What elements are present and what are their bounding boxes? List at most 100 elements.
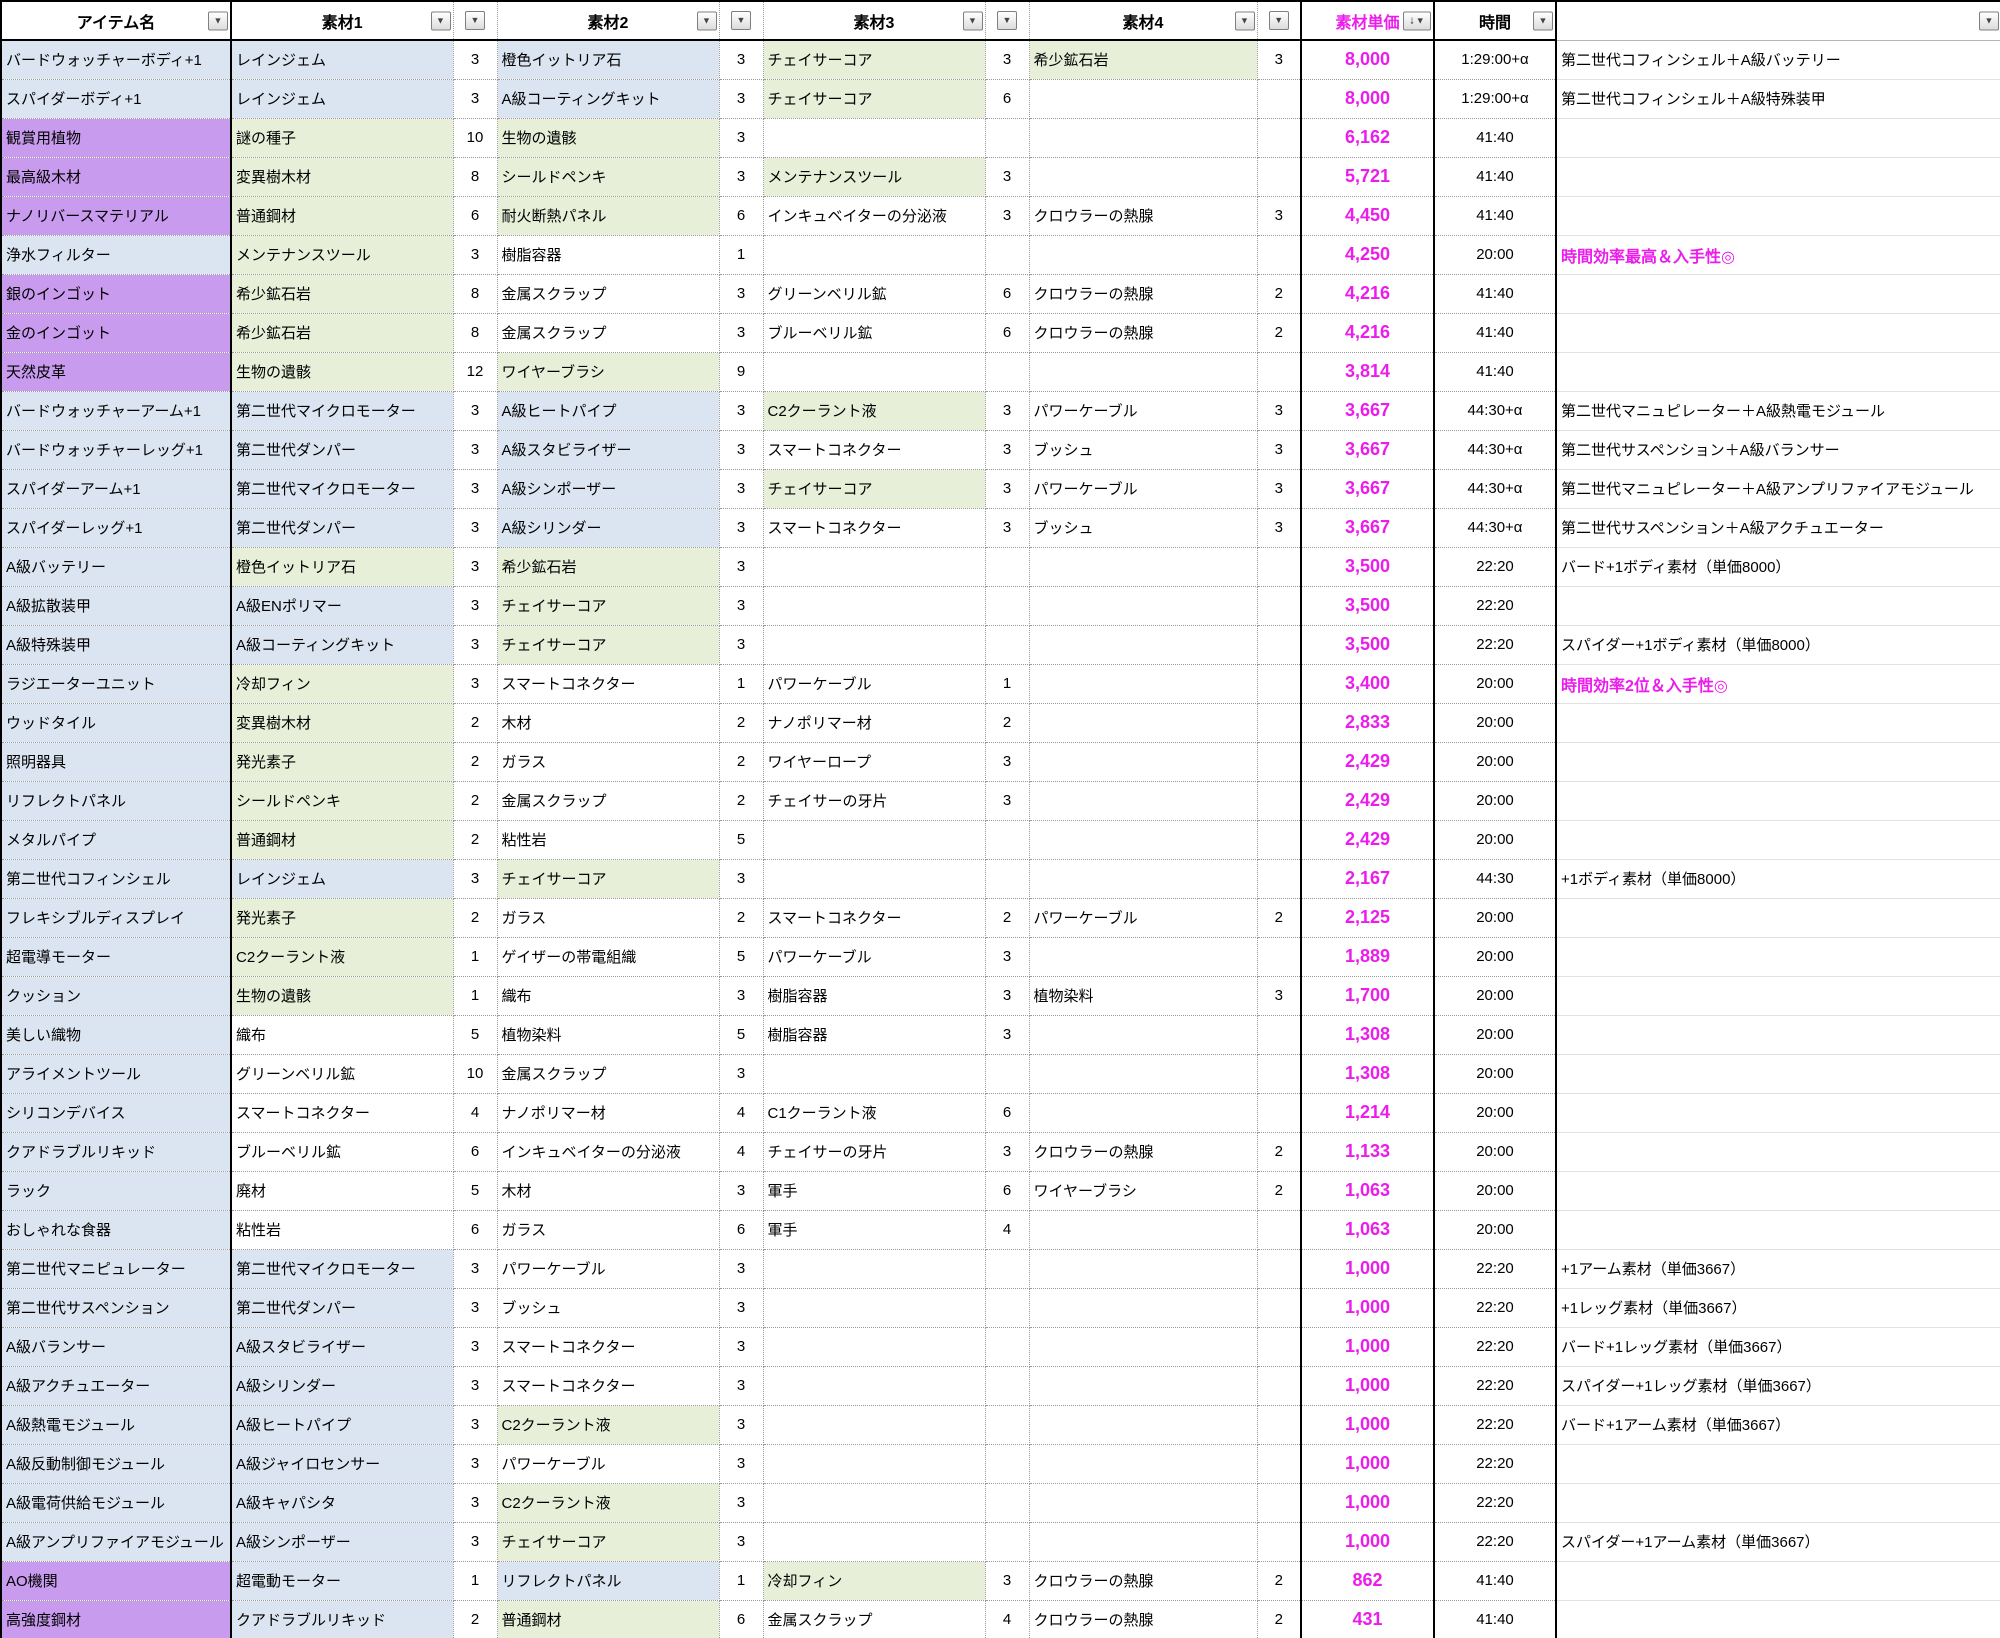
time-cell[interactable]: 20:00 (1434, 1132, 1556, 1171)
material-1-qty-cell[interactable]: 2 (453, 703, 497, 742)
time-cell[interactable]: 20:00 (1434, 898, 1556, 937)
material-4-qty-cell[interactable]: 3 (1257, 469, 1301, 508)
material-3-qty-cell[interactable]: 3 (985, 742, 1029, 781)
material-1-cell[interactable]: 粘性岩 (231, 1210, 453, 1249)
unit-price-cell[interactable]: 3,667 (1301, 391, 1434, 430)
material-2-cell[interactable]: インキュベイターの分泌液 (497, 1132, 719, 1171)
material-4-cell[interactable]: クロウラーの熱腺 (1029, 313, 1257, 352)
material-2-qty-cell[interactable]: 3 (719, 1522, 763, 1561)
material-3-cell[interactable]: インキュベイターの分泌液 (763, 196, 985, 235)
item-name-cell[interactable]: ラック (1, 1171, 231, 1210)
material-3-cell[interactable]: ナノポリマー材 (763, 703, 985, 742)
material-2-cell[interactable]: チェイサーコア (497, 625, 719, 664)
time-cell[interactable]: 20:00 (1434, 820, 1556, 859)
material-2-qty-cell[interactable]: 3 (719, 1054, 763, 1093)
material-2-cell[interactable]: シールドペンキ (497, 157, 719, 196)
time-cell[interactable]: 22:20 (1434, 1483, 1556, 1522)
material-3-cell[interactable] (763, 1444, 985, 1483)
material-4-qty-cell[interactable]: 3 (1257, 196, 1301, 235)
time-cell[interactable]: 41:40 (1434, 118, 1556, 157)
material-2-qty-cell[interactable]: 3 (719, 469, 763, 508)
material-4-qty-cell[interactable] (1257, 1522, 1301, 1561)
time-cell[interactable]: 41:40 (1434, 157, 1556, 196)
time-cell[interactable]: 22:20 (1434, 1405, 1556, 1444)
column-header-m1[interactable]: 素材1▼ (231, 1, 453, 40)
material-3-qty-cell[interactable] (985, 352, 1029, 391)
material-3-qty-cell[interactable] (985, 1366, 1029, 1405)
material-4-qty-cell[interactable]: 3 (1257, 391, 1301, 430)
unit-price-cell[interactable]: 1,000 (1301, 1444, 1434, 1483)
unit-price-cell[interactable]: 1,063 (1301, 1210, 1434, 1249)
material-1-cell[interactable]: 廃材 (231, 1171, 453, 1210)
item-name-cell[interactable]: 天然皮革 (1, 352, 231, 391)
material-1-qty-cell[interactable]: 1 (453, 1561, 497, 1600)
material-1-cell[interactable]: A級コーティングキット (231, 625, 453, 664)
material-3-qty-cell[interactable]: 3 (985, 1132, 1029, 1171)
material-3-qty-cell[interactable] (985, 1054, 1029, 1093)
unit-price-cell[interactable]: 1,000 (1301, 1249, 1434, 1288)
material-1-qty-cell[interactable]: 1 (453, 976, 497, 1015)
material-4-cell[interactable] (1029, 1015, 1257, 1054)
item-name-cell[interactable]: メタルパイプ (1, 820, 231, 859)
item-name-cell[interactable]: 照明器具 (1, 742, 231, 781)
material-4-cell[interactable] (1029, 1444, 1257, 1483)
item-name-cell[interactable]: リフレクトパネル (1, 781, 231, 820)
material-1-cell[interactable]: 第二世代ダンパー (231, 430, 453, 469)
unit-price-cell[interactable]: 1,000 (1301, 1522, 1434, 1561)
material-4-qty-cell[interactable]: 3 (1257, 430, 1301, 469)
material-3-cell[interactable]: パワーケーブル (763, 937, 985, 976)
material-4-qty-cell[interactable] (1257, 625, 1301, 664)
material-1-qty-cell[interactable]: 3 (453, 1522, 497, 1561)
material-4-cell[interactable] (1029, 1210, 1257, 1249)
material-3-cell[interactable]: チェイサーの牙片 (763, 1132, 985, 1171)
material-1-cell[interactable]: レインジェム (231, 859, 453, 898)
column-header-q2[interactable]: ▼ (719, 1, 763, 40)
unit-price-cell[interactable]: 6,162 (1301, 118, 1434, 157)
material-1-cell[interactable]: 希少鉱石岩 (231, 313, 453, 352)
material-3-qty-cell[interactable]: 3 (985, 781, 1029, 820)
material-3-qty-cell[interactable] (985, 235, 1029, 274)
unit-price-cell[interactable]: 3,500 (1301, 586, 1434, 625)
unit-price-cell[interactable]: 3,667 (1301, 469, 1434, 508)
material-3-qty-cell[interactable]: 3 (985, 196, 1029, 235)
item-name-cell[interactable]: A級反動制御モジュール (1, 1444, 231, 1483)
material-2-cell[interactable]: 木材 (497, 1171, 719, 1210)
material-1-qty-cell[interactable]: 2 (453, 898, 497, 937)
material-2-qty-cell[interactable]: 3 (719, 547, 763, 586)
material-4-qty-cell[interactable] (1257, 1054, 1301, 1093)
material-2-cell[interactable]: 金属スクラップ (497, 313, 719, 352)
material-3-qty-cell[interactable] (985, 820, 1029, 859)
material-2-cell[interactable]: チェイサーコア (497, 859, 719, 898)
material-4-qty-cell[interactable] (1257, 1327, 1301, 1366)
material-2-qty-cell[interactable]: 3 (719, 118, 763, 157)
time-cell[interactable]: 20:00 (1434, 1210, 1556, 1249)
material-4-cell[interactable]: クロウラーの熱腺 (1029, 1132, 1257, 1171)
time-cell[interactable]: 41:40 (1434, 352, 1556, 391)
material-3-qty-cell[interactable] (985, 1444, 1029, 1483)
note-cell[interactable] (1556, 118, 2000, 157)
material-2-cell[interactable]: ブッシュ (497, 1288, 719, 1327)
material-2-cell[interactable]: 金属スクラップ (497, 1054, 719, 1093)
material-2-qty-cell[interactable]: 3 (719, 391, 763, 430)
material-2-qty-cell[interactable]: 2 (719, 898, 763, 937)
material-3-qty-cell[interactable]: 2 (985, 703, 1029, 742)
material-4-cell[interactable] (1029, 1288, 1257, 1327)
column-header-price[interactable]: 素材単価↓▼ (1301, 1, 1434, 40)
unit-price-cell[interactable]: 8,000 (1301, 79, 1434, 118)
time-cell[interactable]: 44:30+α (1434, 469, 1556, 508)
material-4-qty-cell[interactable]: 2 (1257, 1132, 1301, 1171)
material-4-cell[interactable] (1029, 1483, 1257, 1522)
time-cell[interactable]: 20:00 (1434, 937, 1556, 976)
material-1-cell[interactable]: メンテナンスツール (231, 235, 453, 274)
material-3-qty-cell[interactable]: 1 (985, 664, 1029, 703)
unit-price-cell[interactable]: 8,000 (1301, 40, 1434, 79)
material-2-cell[interactable]: パワーケーブル (497, 1249, 719, 1288)
material-3-cell[interactable] (763, 547, 985, 586)
material-4-qty-cell[interactable] (1257, 547, 1301, 586)
item-name-cell[interactable]: 高強度鋼材 (1, 1600, 231, 1638)
material-4-qty-cell[interactable]: 3 (1257, 40, 1301, 79)
item-name-cell[interactable]: スパイダーレッグ+1 (1, 508, 231, 547)
material-1-cell[interactable]: 超電動モーター (231, 1561, 453, 1600)
material-4-cell[interactable] (1029, 118, 1257, 157)
item-name-cell[interactable]: 金のインゴット (1, 313, 231, 352)
